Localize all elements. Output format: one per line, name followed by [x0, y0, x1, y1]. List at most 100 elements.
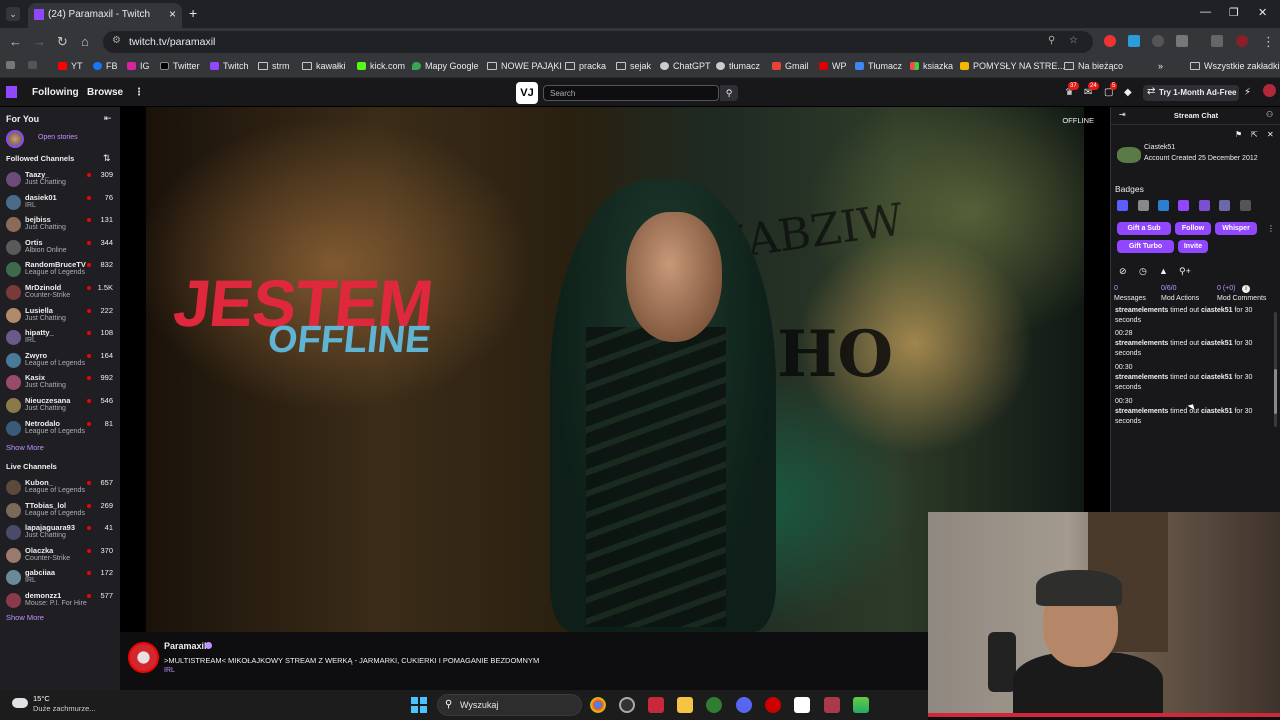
chrome-icon[interactable]: [590, 697, 606, 713]
whisper-button[interactable]: Whisper: [1215, 222, 1257, 235]
sidebar-channel-item[interactable]: Kubon_ League of Legends 657: [0, 477, 120, 499]
info-icon[interactable]: i: [1242, 285, 1250, 293]
app-icon[interactable]: [648, 697, 664, 713]
sidebar-channel-item[interactable]: Ortis Albion Online 344: [0, 237, 120, 259]
sidebar-channel-item[interactable]: Nieuczesana Just Chatting 546: [0, 395, 120, 417]
show-more-live[interactable]: Show More: [6, 613, 44, 622]
invite-button[interactable]: Invite: [1178, 240, 1208, 253]
close-window-icon[interactable]: ✕: [1258, 6, 1267, 19]
message-target[interactable]: ciastek51: [1201, 340, 1233, 347]
message-target[interactable]: ciastek51: [1201, 408, 1233, 415]
extensions-puzzle-icon[interactable]: [1176, 35, 1188, 47]
sidebar-channel-item[interactable]: TTobias_lol League of Legends 269: [0, 500, 120, 522]
pin-icon[interactable]: ⚑: [1235, 130, 1242, 139]
close-card-icon[interactable]: ✕: [1267, 130, 1274, 139]
tab-search-icon[interactable]: ⌄: [6, 7, 20, 21]
bookmark-chatgpt[interactable]: ChatGPT: [660, 61, 711, 71]
bookmark-ig[interactable]: IG: [127, 61, 150, 71]
bookmark-strm[interactable]: strm: [258, 61, 290, 71]
badge-icon[interactable]: [1219, 200, 1230, 211]
record-extension-icon[interactable]: [1104, 35, 1116, 47]
back-icon[interactable]: ←: [9, 34, 22, 49]
start-windows-icon[interactable]: [411, 697, 427, 713]
gift-turbo-button[interactable]: Gift Turbo: [1117, 240, 1174, 253]
sidebar-channel-item[interactable]: demonzz1 Mouse: P.I. For Hire 577: [0, 590, 120, 612]
chat-scrollbar-thumb[interactable]: [1274, 369, 1277, 414]
bookmark-tlumacz-google[interactable]: Tłumacz: [855, 61, 902, 71]
search-input[interactable]: Search: [543, 85, 719, 101]
open-stories-link[interactable]: Open stories: [38, 134, 78, 141]
taskbar-search-input[interactable]: ⚲ Wyszukaj: [437, 694, 582, 716]
bookmark-ksiazka[interactable]: ksiazka: [910, 61, 953, 71]
bits-icon[interactable]: ◆: [1124, 87, 1132, 98]
bookmark-twitch[interactable]: Twitch: [210, 61, 249, 71]
message-target[interactable]: ciastek51: [1201, 307, 1233, 314]
bookmark-sejak[interactable]: sejak: [616, 61, 651, 71]
search-icon[interactable]: ⚲: [720, 85, 738, 101]
more-menu-icon[interactable]: ⋮: [134, 87, 144, 98]
sort-icon[interactable]: ⇅: [103, 153, 111, 164]
weather-desc[interactable]: Duże zachmurze...: [33, 704, 96, 713]
weather-temp[interactable]: 15°C: [33, 694, 50, 703]
sidebar-channel-item[interactable]: Olaczka Counter-Strike 370: [0, 545, 120, 567]
maximize-icon[interactable]: ❐: [1229, 6, 1239, 19]
new-tab-icon[interactable]: +: [189, 5, 197, 21]
url-bar[interactable]: ⚙ twitch.tv/paramaxil ⚲ ☆: [103, 31, 1093, 53]
minimize-icon[interactable]: —: [1200, 6, 1211, 18]
message-actor[interactable]: streamelements: [1115, 408, 1168, 415]
obs-icon[interactable]: [619, 697, 635, 713]
badge-icon[interactable]: [1240, 200, 1251, 211]
app-icon[interactable]: [794, 697, 810, 713]
reading-list-icon[interactable]: [1211, 35, 1223, 47]
bookmark-tlumacz[interactable]: tłumacz: [716, 61, 760, 71]
sidebar-channel-item[interactable]: MrDzinold Counter-Strike 1.5K: [0, 282, 120, 304]
sidebar-channel-item[interactable]: Zwyro League of Legends 164: [0, 350, 120, 372]
bookmark-twitter[interactable]: Twitter: [160, 61, 200, 71]
user-card-name[interactable]: Ciastek51: [1144, 144, 1175, 151]
more-options-icon[interactable]: ⋮: [1267, 224, 1275, 233]
close-tab-icon[interactable]: ×: [169, 7, 176, 21]
app-icon[interactable]: [853, 697, 869, 713]
bookmark-fb[interactable]: FB: [93, 61, 118, 71]
message-actor[interactable]: streamelements: [1115, 307, 1168, 314]
message-actor[interactable]: streamelements: [1115, 340, 1168, 347]
sidebar-channel-item[interactable]: Taazy_ Just Chatting 309: [0, 169, 120, 191]
twitch-extension-icon[interactable]: ⚡: [1244, 87, 1251, 98]
nav-following[interactable]: Following: [32, 87, 79, 98]
bookmark-nowe-pajaki[interactable]: NOWE PAJĄKI: [487, 61, 562, 71]
sidebar-channel-item[interactable]: bejbiss Just Chatting 131: [0, 214, 120, 236]
stories-avatar[interactable]: [6, 130, 24, 148]
bookmark-gmail[interactable]: Gmail: [772, 61, 809, 71]
twitch-logo-icon[interactable]: [6, 86, 17, 98]
channel-name[interactable]: Paramaxil: [164, 641, 207, 651]
badge-icon[interactable]: [1138, 200, 1149, 211]
message-target[interactable]: ciastek51: [1201, 374, 1233, 381]
show-more-followed[interactable]: Show More: [6, 443, 44, 452]
bookmark-wp[interactable]: WP: [819, 61, 847, 71]
badge-icon[interactable]: [1158, 200, 1169, 211]
reload-icon[interactable]: ↻: [57, 34, 68, 50]
bookmark-pomysly[interactable]: POMYSŁY NA STRE...: [960, 61, 1065, 71]
zoom-icon[interactable]: ⚲: [1048, 35, 1055, 46]
bookmark-all[interactable]: Wszystkie zakładki: [1190, 61, 1280, 71]
community-icon[interactable]: ⚇: [1266, 110, 1273, 119]
stream-category-link[interactable]: IRL: [164, 667, 175, 674]
sidebar-channel-item[interactable]: lapajaguara93 Just Chatting 41: [0, 522, 120, 544]
message-actor[interactable]: streamelements: [1115, 374, 1168, 381]
mod-comments-label[interactable]: Mod Comments: [1217, 295, 1266, 302]
profile-avatar[interactable]: [1236, 35, 1248, 47]
browser-tab[interactable]: (24) Paramaxil - Twitch ×: [28, 3, 182, 28]
forward-icon[interactable]: →: [33, 34, 46, 49]
app-icon[interactable]: [706, 697, 722, 713]
badge-icon[interactable]: [1199, 200, 1210, 211]
sidebar-channel-item[interactable]: Lusiella Just Chatting 222: [0, 305, 120, 327]
browser-menu-icon[interactable]: ⋮: [1262, 34, 1275, 50]
extension-icon[interactable]: [1152, 35, 1164, 47]
sidebar-channel-item[interactable]: dasiek01 IRL 76: [0, 192, 120, 214]
home-icon[interactable]: ⌂: [81, 34, 89, 49]
sidebar-channel-item[interactable]: RandomBruceTV League of Legends 832: [0, 259, 120, 281]
sidebar-channel-item[interactable]: gabciiaa IRL 172: [0, 567, 120, 589]
channel-avatar[interactable]: [128, 642, 159, 673]
sidebar-channel-item[interactable]: hipatty_ IRL 108: [0, 327, 120, 349]
gift-sub-button[interactable]: Gift a Sub: [1117, 222, 1171, 235]
